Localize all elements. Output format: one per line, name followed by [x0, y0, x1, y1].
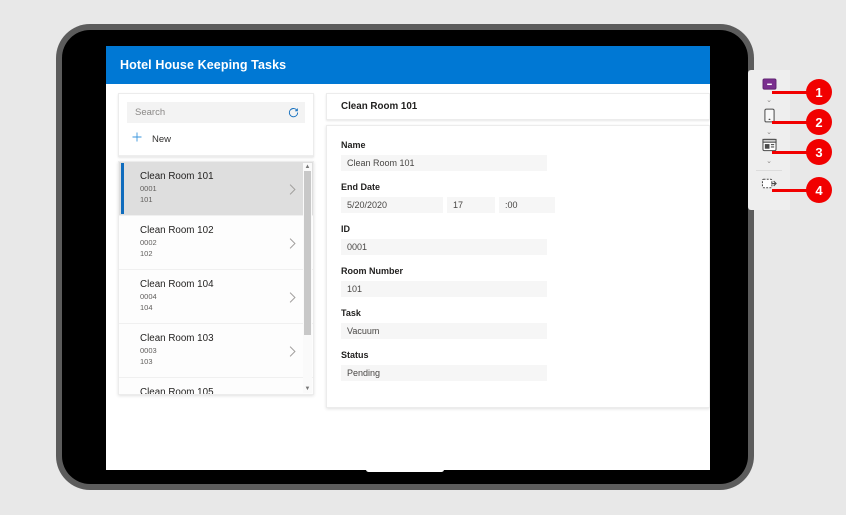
table-row[interactable]: Clean Room 104 0004 104 — [119, 270, 313, 324]
field-label-status: Status — [341, 350, 369, 360]
plus-icon — [131, 130, 143, 148]
task-list[interactable]: Clean Room 101 0001 101 Clean Room 102 0… — [118, 161, 314, 395]
field-value-name[interactable]: Clean Room 101 — [341, 155, 547, 171]
detail-form: Name Clean Room 101 End Date 5/20/2020 1… — [326, 125, 710, 408]
end-date-row: 5/20/2020 17 :00 — [341, 197, 709, 213]
new-button-label: New — [152, 133, 172, 145]
chevron-right-icon[interactable] — [288, 291, 297, 304]
gallery-panel: New Clean Room 101 0001 101 — [118, 93, 314, 470]
chevron-down-icon[interactable]: ⌄ — [748, 97, 790, 105]
chevron-down-icon[interactable]: ⌄ — [748, 129, 790, 137]
new-button[interactable]: New — [119, 123, 313, 156]
app-screen: Hotel House Keeping Tasks Search New Cle… — [106, 46, 710, 470]
end-date-input[interactable]: 5/20/2020 — [341, 197, 443, 213]
scrollbar-thumb[interactable] — [304, 171, 311, 335]
field-task: Task Vacuum — [341, 308, 709, 339]
callout-badge-4: 4 — [806, 177, 832, 203]
search-box[interactable] — [127, 102, 305, 123]
end-hour-input[interactable]: 17 — [447, 197, 495, 213]
field-status: Status Pending — [341, 350, 709, 381]
field-label-task: Task — [341, 308, 361, 318]
callout-line-3 — [772, 151, 810, 154]
detail-title: Clean Room 101 — [341, 101, 418, 112]
table-row[interactable]: Clean Room 103 0003 103 — [119, 324, 313, 378]
callout-line-1 — [772, 91, 810, 94]
app-header-bar: Hotel House Keeping Tasks — [106, 46, 710, 84]
field-value-status[interactable]: Pending — [341, 365, 547, 381]
rail-item-export[interactable] — [748, 176, 790, 197]
search-input[interactable] — [135, 107, 265, 118]
detail-panel: Clean Room 101 Name Clean Room 101 End D… — [326, 93, 710, 470]
field-label-name: Name — [341, 140, 366, 150]
export-icon[interactable] — [761, 178, 778, 195]
detail-title-card: Clean Room 101 — [326, 93, 710, 120]
callout-line-2 — [772, 121, 810, 124]
table-row[interactable]: Clean Room 102 0002 102 — [119, 216, 313, 270]
list-item-title: Clean Room 103 — [140, 333, 214, 344]
list-item-title: Clean Room 102 — [140, 225, 214, 236]
field-label-end-date: End Date — [341, 182, 381, 192]
list-item-title: Clean Room 101 — [140, 171, 214, 182]
gallery-header-card: New — [118, 93, 314, 157]
callout-badge-3: 3 — [806, 139, 832, 165]
scroll-down-icon[interactable]: ▼ — [303, 385, 312, 393]
field-value-id[interactable]: 0001 — [341, 239, 547, 255]
field-room-number: Room Number 101 — [341, 266, 709, 297]
callout-line-4 — [772, 189, 810, 192]
table-row[interactable]: Clean Room 101 0001 101 — [119, 162, 313, 216]
chevron-down-icon[interactable]: ⌄ — [748, 158, 790, 166]
task-list-viewport: Clean Room 101 0001 101 Clean Room 102 0… — [119, 162, 313, 394]
app-title: Hotel House Keeping Tasks — [120, 58, 287, 72]
home-indicator — [366, 467, 444, 472]
list-item-title: Clean Room 105 — [140, 387, 214, 394]
field-label-room-number: Room Number — [341, 266, 404, 276]
field-name: Name Clean Room 101 — [341, 140, 709, 171]
screenshot-root: Hotel House Keeping Tasks Search New Cle… — [0, 0, 846, 515]
tablet-device-frame: Hotel House Keeping Tasks Search New Cle… — [56, 24, 754, 490]
chevron-right-icon[interactable] — [288, 183, 297, 196]
phone-icon[interactable] — [763, 108, 775, 127]
end-minute-input[interactable]: :00 — [499, 197, 555, 213]
callout-badge-1: 1 — [806, 79, 832, 105]
field-end-date: End Date 5/20/2020 17 :00 — [341, 182, 709, 213]
list-item-title: Clean Room 104 — [140, 279, 214, 290]
app-body: New Clean Room 101 0001 101 — [106, 84, 710, 470]
field-id: ID 0001 — [341, 224, 709, 255]
field-label-id: ID — [341, 224, 350, 234]
chevron-right-icon[interactable] — [288, 237, 297, 250]
table-row[interactable]: Clean Room 105 0005 105 — [119, 378, 313, 394]
callout-badge-2: 2 — [806, 109, 832, 135]
field-value-task[interactable]: Vacuum — [341, 323, 547, 339]
refresh-icon[interactable] — [288, 107, 299, 118]
scroll-up-icon[interactable]: ▲ — [303, 163, 312, 171]
tablet-screen-bezel: Hotel House Keeping Tasks Search New Cle… — [62, 30, 748, 484]
chevron-right-icon[interactable] — [288, 345, 297, 358]
list-scrollbar[interactable]: ▲ ▼ — [303, 163, 312, 393]
rail-divider — [756, 170, 782, 171]
field-value-room-number[interactable]: 101 — [341, 281, 547, 297]
